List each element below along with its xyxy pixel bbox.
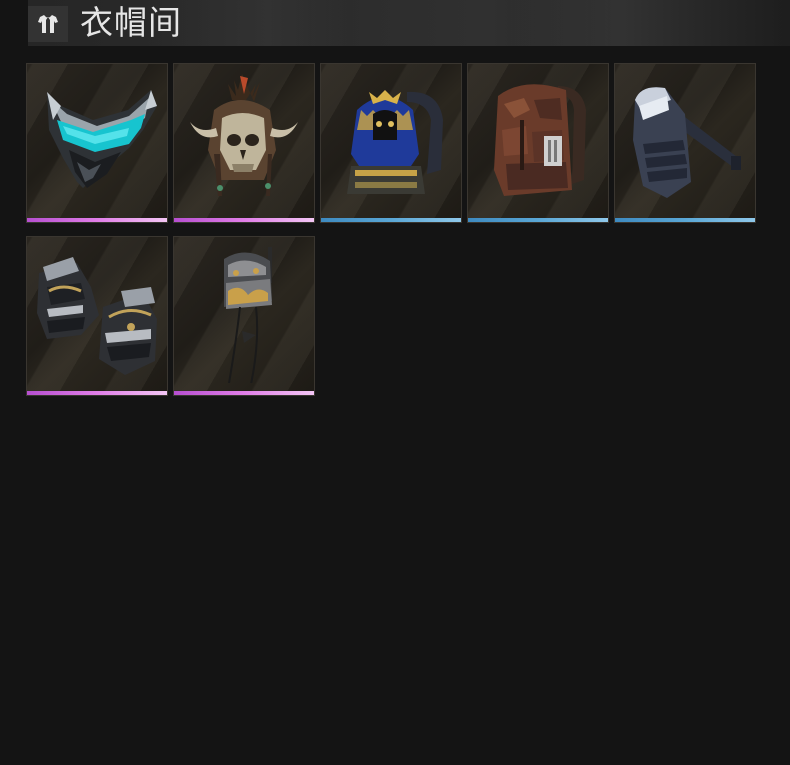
pharaoh-backpack-image xyxy=(347,90,443,194)
rarity-bar-blue xyxy=(468,218,608,222)
item-card-brown-camo-backpack[interactable] xyxy=(467,63,609,223)
cyber-visor-helmet-image xyxy=(47,90,157,188)
header-background-art xyxy=(510,0,790,46)
wardrobe-shirt-icon[interactable] xyxy=(28,6,68,42)
brown-camo-backpack-image xyxy=(494,84,586,196)
rarity-bar-purple xyxy=(174,218,314,222)
rarity-bar-blue xyxy=(615,218,755,222)
item-card-pharaoh-backpack[interactable] xyxy=(320,63,462,223)
item-card-armored-gauntlets[interactable] xyxy=(26,236,168,396)
page-title: 衣帽间 xyxy=(80,3,182,42)
rarity-bar-purple xyxy=(174,391,314,395)
horned-skull-helmet-image xyxy=(190,74,298,196)
page-header: 衣帽间 xyxy=(28,0,790,46)
rarity-bar-blue xyxy=(321,218,461,222)
rarity-bar-purple xyxy=(27,391,167,395)
rarity-bar-purple xyxy=(27,218,167,222)
item-card-ornate-helmet[interactable] xyxy=(173,236,315,396)
armored-gauntlets-image xyxy=(37,257,157,375)
item-card-cyber-visor-helmet[interactable] xyxy=(26,63,168,223)
ornate-helmet-image xyxy=(224,247,272,383)
item-card-horned-skull-helmet[interactable] xyxy=(173,63,315,223)
sling-chest-bag-image xyxy=(633,87,741,198)
item-card-sling-chest-bag[interactable] xyxy=(614,63,756,223)
